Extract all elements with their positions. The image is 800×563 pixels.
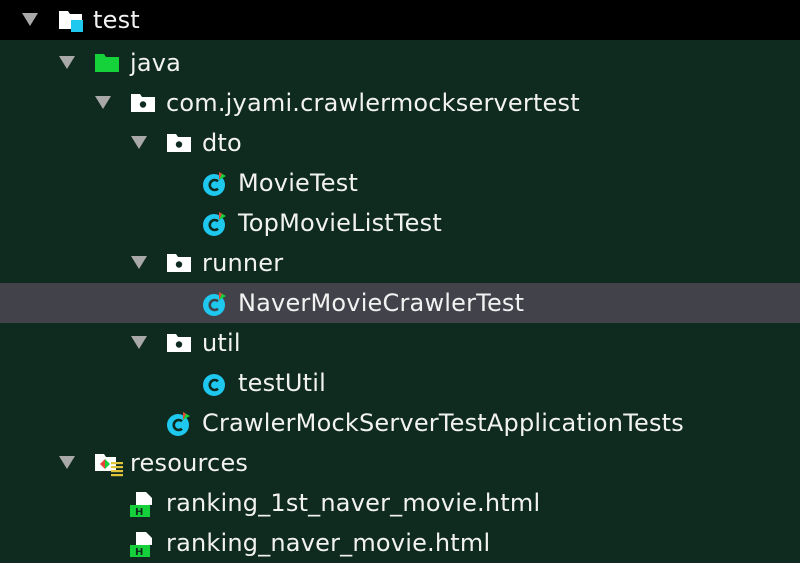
tree-node-util[interactable]: util bbox=[0, 323, 800, 363]
test-class-icon bbox=[202, 171, 228, 196]
tree-node-label: java bbox=[130, 49, 182, 77]
tree-node-label: test bbox=[93, 6, 140, 34]
test-folder-icon bbox=[58, 8, 84, 32]
tree-node-java[interactable]: java bbox=[0, 43, 800, 83]
html-file-icon: H bbox=[130, 491, 156, 517]
tree-node-label: resources bbox=[130, 449, 249, 477]
tree-node-resources[interactable]: resources bbox=[0, 443, 800, 483]
package-icon bbox=[166, 251, 192, 275]
package-icon bbox=[166, 331, 192, 355]
tree-node-label: TopMovieListTest bbox=[238, 209, 442, 237]
tree-node-dto[interactable]: dto bbox=[0, 123, 800, 163]
tree-node-package[interactable]: com.jyami.crawlermockservertest bbox=[0, 83, 800, 123]
tree-node-html-file-2[interactable]: H ranking_naver_movie.html bbox=[0, 523, 800, 563]
tree-node-label: dto bbox=[202, 129, 242, 157]
expand-arrow-icon[interactable] bbox=[95, 96, 111, 109]
expand-arrow-icon[interactable] bbox=[22, 13, 38, 26]
package-icon bbox=[130, 91, 156, 115]
expand-arrow-icon[interactable] bbox=[59, 56, 75, 69]
test-class-icon bbox=[202, 211, 228, 236]
expand-arrow-icon[interactable] bbox=[131, 336, 147, 349]
test-class-icon bbox=[202, 291, 228, 316]
tree-node-label: MovieTest bbox=[238, 169, 359, 197]
svg-text:H: H bbox=[135, 547, 143, 557]
tree-node-label: ranking_1st_naver_movie.html bbox=[166, 489, 541, 517]
class-icon bbox=[202, 371, 228, 396]
expand-arrow-icon[interactable] bbox=[59, 456, 75, 469]
project-tree: test java com.jyami.crawlermockservertes… bbox=[0, 0, 800, 562]
html-file-icon: H bbox=[130, 531, 156, 557]
test-class-icon bbox=[166, 411, 192, 436]
tree-node-label: ranking_naver_movie.html bbox=[166, 529, 491, 557]
tree-node-label: util bbox=[202, 329, 241, 357]
tree-node-label: com.jyami.crawlermockservertest bbox=[166, 89, 580, 117]
tree-node-label: testUtil bbox=[238, 369, 327, 397]
tree-node-runner[interactable]: runner bbox=[0, 243, 800, 283]
svg-text:H: H bbox=[135, 507, 143, 517]
expand-arrow-icon[interactable] bbox=[131, 256, 147, 269]
tree-node-application-tests[interactable]: CrawlerMockServerTestApplicationTests bbox=[0, 403, 800, 443]
tree-node-test[interactable]: test bbox=[0, 0, 800, 40]
tree-node-movie-test[interactable]: MovieTest bbox=[0, 163, 800, 203]
package-icon bbox=[166, 131, 192, 155]
tree-node-test-util[interactable]: testUtil bbox=[0, 363, 800, 403]
expand-arrow-icon[interactable] bbox=[131, 136, 147, 149]
tree-node-html-file-1[interactable]: H ranking_1st_naver_movie.html bbox=[0, 483, 800, 523]
tree-node-label: runner bbox=[202, 249, 284, 277]
test-resources-folder-icon bbox=[94, 451, 123, 477]
tree-node-label: NaverMovieCrawlerTest bbox=[238, 289, 525, 317]
tree-node-top-movie-list-test[interactable]: TopMovieListTest bbox=[0, 203, 800, 243]
tree-node-label: CrawlerMockServerTestApplicationTests bbox=[202, 409, 684, 437]
tree-node-naver-movie-crawler-test[interactable]: NaverMovieCrawlerTest bbox=[0, 283, 800, 323]
source-root-folder-icon bbox=[94, 51, 120, 75]
